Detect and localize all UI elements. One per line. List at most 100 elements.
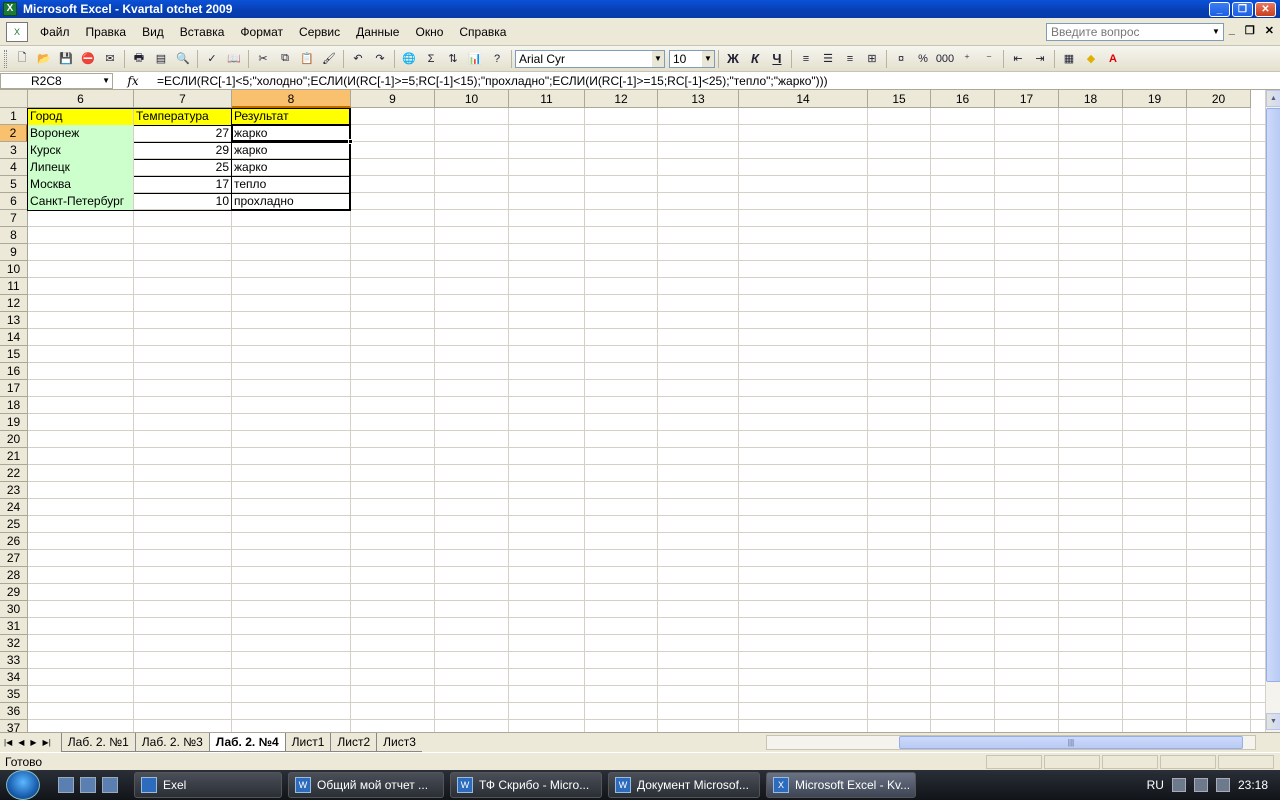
city-cell[interactable]: Воронеж — [28, 125, 133, 142]
sheet-tab[interactable]: Лист3 — [376, 733, 422, 752]
row-header[interactable]: 10 — [0, 261, 28, 278]
fill-color-icon[interactable]: ◆ — [1081, 49, 1101, 69]
scroll-up-icon[interactable]: ▲ — [1266, 90, 1280, 107]
temperature-cell[interactable]: 17 — [134, 176, 231, 193]
print-icon[interactable]: 🖶 — [129, 49, 149, 69]
tray-network-icon[interactable] — [1171, 778, 1186, 792]
bold-button[interactable]: Ж — [723, 49, 743, 69]
row-header[interactable]: 35 — [0, 686, 28, 703]
taskbar-button[interactable]: X Microsoft Excel - Kv... — [766, 772, 916, 798]
menu-item[interactable]: Окно — [407, 18, 451, 46]
email-icon[interactable]: ✉ — [100, 49, 120, 69]
increase-indent-icon[interactable]: ⇥ — [1030, 49, 1050, 69]
row-header[interactable]: 9 — [0, 244, 28, 261]
row-header[interactable]: 30 — [0, 601, 28, 618]
italic-button[interactable]: К — [745, 49, 765, 69]
media-player-icon[interactable] — [102, 777, 118, 793]
chevron-down-icon[interactable]: ▼ — [102, 74, 110, 88]
row-header[interactable]: 27 — [0, 550, 28, 567]
column-header[interactable]: 12 — [585, 90, 658, 108]
column-header[interactable]: 9 — [351, 90, 435, 108]
row-header[interactable]: 8 — [0, 227, 28, 244]
row-header[interactable]: 5 — [0, 176, 28, 193]
taskbar-button[interactable]: W Документ Microsof... — [608, 772, 760, 798]
row-header[interactable]: 37 — [0, 720, 28, 732]
header-cell-temp[interactable]: Температура — [134, 108, 231, 125]
select-all-corner[interactable] — [0, 90, 28, 108]
chevron-down-icon[interactable]: ▼ — [702, 50, 714, 67]
formula-input[interactable]: =ЕСЛИ(RC[-1]<5;"холодно";ЕСЛИ(И(RC[-1]>=… — [153, 74, 1280, 88]
city-cell[interactable]: Санкт-Петербург — [28, 193, 133, 210]
thousands-button[interactable]: 000 — [935, 49, 955, 69]
row-header[interactable]: 4 — [0, 159, 28, 176]
font-size-select[interactable]: 10 ▼ — [669, 49, 715, 68]
header-cell-city[interactable]: Город — [28, 108, 133, 125]
ask-dropdown-icon[interactable]: ▼ — [1210, 24, 1222, 40]
format-painter-icon[interactable]: 🖌 — [319, 49, 339, 69]
undo-icon[interactable]: ↶ — [348, 49, 368, 69]
chart-icon[interactable]: 📊 — [465, 49, 485, 69]
row-header[interactable]: 1 — [0, 108, 28, 125]
mdi-close-button[interactable]: ✕ — [1265, 24, 1274, 37]
align-left-icon[interactable]: ≡ — [796, 49, 816, 69]
row-header[interactable]: 14 — [0, 329, 28, 346]
workbook-icon[interactable]: X — [6, 21, 28, 42]
research-book-icon[interactable]: 📖 — [224, 49, 244, 69]
insert-function-icon[interactable]: fx — [113, 74, 153, 88]
menu-item[interactable]: Формат — [232, 18, 291, 46]
row-header[interactable]: 16 — [0, 363, 28, 380]
save-icon[interactable]: 💾 — [56, 49, 76, 69]
language-indicator[interactable]: RU — [1147, 778, 1164, 792]
tray-security-icon[interactable] — [1193, 778, 1208, 792]
temperature-cell[interactable]: 27 — [134, 125, 231, 142]
open-folder-icon[interactable]: 📂 — [34, 49, 54, 69]
row-header[interactable]: 6 — [0, 193, 28, 210]
start-button[interactable] — [6, 770, 40, 800]
column-header[interactable]: 18 — [1059, 90, 1123, 108]
column-header[interactable]: 6 — [28, 90, 134, 108]
row-header[interactable]: 15 — [0, 346, 28, 363]
column-header[interactable]: 15 — [868, 90, 931, 108]
row-header[interactable]: 18 — [0, 397, 28, 414]
column-header[interactable]: 14 — [739, 90, 868, 108]
name-box[interactable]: R2C8 ▼ — [0, 72, 113, 89]
align-center-icon[interactable]: ☰ — [818, 49, 838, 69]
spreadsheet-grid[interactable]: 6 7 8 9 10 11 12 13 14 15 16 17 18 19 20 1 2 3 4 5 6 7 8 9 10 11 1… — [0, 90, 1265, 732]
row-header[interactable]: 23 — [0, 482, 28, 499]
research-icon[interactable]: ▤ — [151, 49, 171, 69]
horizontal-scrollbar[interactable]: ||| — [766, 735, 1256, 750]
result-cell[interactable]: жарко — [232, 159, 350, 176]
column-header[interactable]: 13 — [658, 90, 739, 108]
first-sheet-icon[interactable]: |◀ — [4, 738, 12, 747]
decrease-indent-icon[interactable]: ⇤ — [1008, 49, 1028, 69]
menu-item[interactable]: Вставка — [172, 18, 233, 46]
city-cell[interactable]: Липецк — [28, 159, 133, 176]
row-header[interactable]: 7 — [0, 210, 28, 227]
row-header[interactable]: 29 — [0, 584, 28, 601]
font-name-select[interactable]: Arial Cyr ▼ — [515, 49, 665, 68]
sheet-tab[interactable]: Лаб. 2. №1 — [60, 733, 135, 752]
row-header[interactable]: 31 — [0, 618, 28, 635]
city-cell[interactable]: Курск — [28, 142, 133, 159]
result-cell[interactable]: жарко — [232, 142, 350, 159]
row-header[interactable]: 28 — [0, 567, 28, 584]
mdi-restore-button[interactable]: ❐ — [1245, 24, 1255, 37]
ask-question-input[interactable]: Введите вопрос — [1046, 23, 1224, 41]
sort-icon[interactable]: ⇅ — [443, 49, 463, 69]
next-sheet-icon[interactable]: ▶ — [30, 738, 36, 747]
show-desktop-icon[interactable] — [58, 777, 74, 793]
copy-icon[interactable]: ⧉ — [275, 49, 295, 69]
align-right-icon[interactable]: ≡ — [840, 49, 860, 69]
cut-icon[interactable]: ✂ — [253, 49, 273, 69]
increase-decimal-icon[interactable]: ⁺ — [957, 49, 977, 69]
row-header[interactable]: 36 — [0, 703, 28, 720]
currency-icon[interactable]: ¤ — [891, 49, 911, 69]
temperature-cell[interactable]: 10 — [134, 193, 231, 210]
minimize-button[interactable]: _ — [1209, 1, 1230, 17]
row-header[interactable]: 17 — [0, 380, 28, 397]
fill-handle[interactable] — [348, 139, 353, 144]
permission-icon[interactable]: ⛔ — [78, 49, 98, 69]
prev-sheet-icon[interactable]: ◀ — [18, 738, 24, 747]
menu-item[interactable]: Справка — [451, 18, 514, 46]
help-icon[interactable]: ? — [487, 49, 507, 69]
